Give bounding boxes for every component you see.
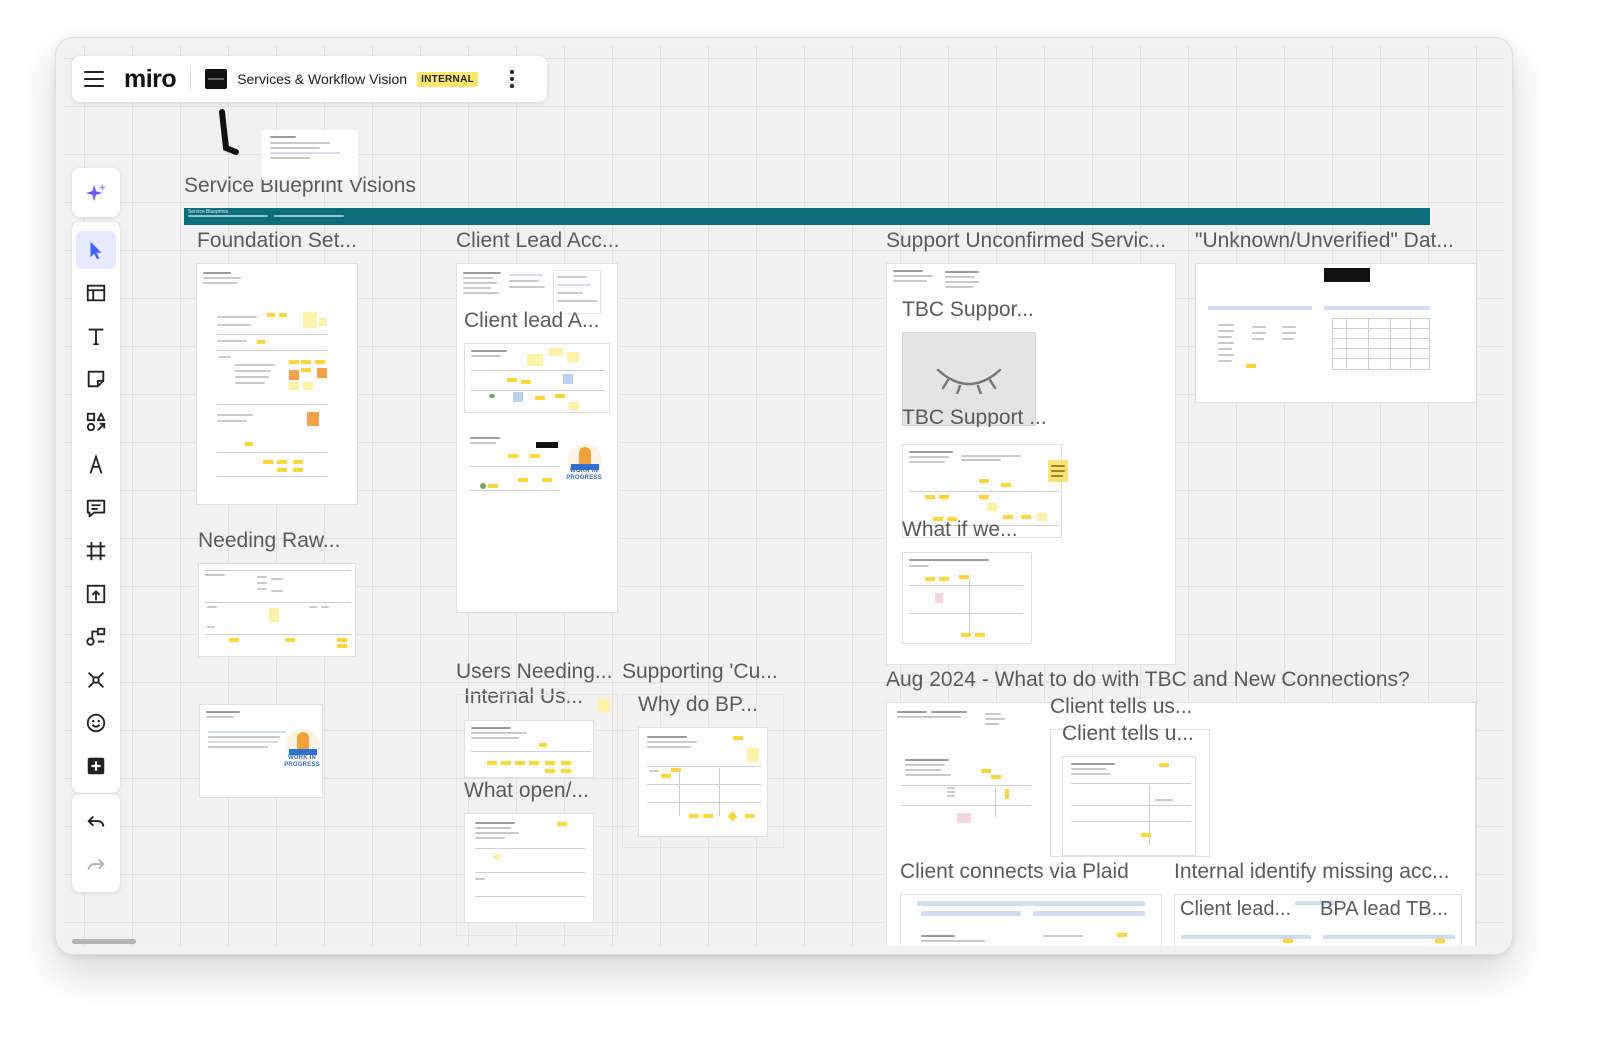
mind-map-icon[interactable] bbox=[76, 661, 116, 699]
frame-unknown-unverified[interactable] bbox=[1195, 263, 1477, 403]
frame-title-client-connects-plaid[interactable]: Client connects via Plaid bbox=[900, 860, 1129, 884]
creation-toolbar bbox=[72, 222, 120, 793]
frame-title-why-do-bp[interactable]: Why do BP... bbox=[638, 693, 758, 717]
frame-title-tbc-support-2[interactable]: TBC Support ... bbox=[902, 409, 1047, 427]
miro-logo[interactable]: miro bbox=[124, 65, 177, 94]
frame-why-do-bp[interactable] bbox=[638, 727, 768, 837]
comment-icon[interactable] bbox=[76, 489, 116, 527]
frame-foundation[interactable] bbox=[196, 263, 358, 505]
whiteboard-canvas[interactable]: Service Blueprint Visions Service Bluepr… bbox=[64, 46, 1504, 946]
wip-label: WORK IN PROGRESS bbox=[284, 755, 320, 768]
frame-title-supporting-cu[interactable]: Supporting 'Cu... bbox=[622, 660, 778, 684]
diagram-icon[interactable] bbox=[76, 618, 116, 656]
emoji-reaction-icon[interactable] bbox=[76, 704, 116, 742]
pen-stroke[interactable] bbox=[216, 108, 246, 158]
select-cursor-icon[interactable] bbox=[76, 230, 116, 269]
board-top-bar: miro Services & Workflow Vision INTERNAL bbox=[72, 56, 547, 102]
text-icon[interactable] bbox=[76, 317, 116, 355]
templates-icon[interactable] bbox=[76, 274, 116, 312]
horizontal-scrollbar[interactable] bbox=[72, 939, 136, 944]
sticky-note-small[interactable] bbox=[1048, 460, 1068, 482]
frame-what-if-we[interactable] bbox=[902, 552, 1032, 644]
note-card[interactable] bbox=[262, 130, 358, 180]
more-apps-icon[interactable] bbox=[76, 747, 116, 785]
frame-what-open[interactable] bbox=[464, 813, 594, 923]
dark-label-box[interactable] bbox=[536, 442, 558, 448]
frame-title-client-tells-u[interactable]: Client tells u... bbox=[1062, 722, 1194, 746]
app-window: Service Blueprint Visions Service Bluepr… bbox=[55, 37, 1513, 955]
history-toolbar bbox=[72, 794, 120, 892]
wip-card[interactable]: WORK IN PROGRESS bbox=[199, 704, 323, 798]
board-classification-badge[interactable]: INTERNAL bbox=[417, 71, 479, 87]
frame-client-tells-u[interactable] bbox=[1062, 756, 1196, 856]
frame-title-what-open[interactable]: What open/... bbox=[464, 779, 589, 803]
frame-needing-raw[interactable] bbox=[198, 563, 356, 657]
topbar-divider bbox=[190, 67, 192, 91]
shapes-icon[interactable] bbox=[76, 403, 116, 441]
main-menu-icon[interactable] bbox=[84, 71, 104, 87]
ai-toolbar bbox=[72, 168, 120, 217]
frame-title-client-tells-us[interactable]: Client tells us... bbox=[1050, 695, 1192, 719]
wip-label-2: WORK IN PROGRESS bbox=[566, 468, 602, 481]
frame-title-internal-identify[interactable]: Internal identify missing acc... bbox=[1174, 860, 1449, 884]
frame-title-unknown-unverified[interactable]: "Unknown/Unverified" Dat... bbox=[1195, 229, 1454, 253]
frame-internal-us[interactable] bbox=[464, 720, 594, 778]
pen-icon[interactable] bbox=[76, 446, 116, 484]
frame-title-support-unconfirmed[interactable]: Support Unconfirmed Servic... bbox=[886, 229, 1166, 253]
frame-icon[interactable] bbox=[76, 532, 116, 570]
board-title[interactable]: Services & Workflow Vision bbox=[237, 71, 407, 87]
frame-title-users-needing[interactable]: Users Needing... bbox=[456, 660, 612, 684]
frame-client-connects-plaid[interactable] bbox=[900, 894, 1162, 946]
frame-title-tbc-suppor[interactable]: TBC Suppor... bbox=[902, 298, 1034, 322]
board-options-icon[interactable] bbox=[510, 70, 515, 88]
ai-sparkle-icon[interactable] bbox=[76, 174, 116, 212]
frame-client-lead-a[interactable] bbox=[464, 343, 610, 413]
sticky-note-icon[interactable] bbox=[76, 360, 116, 398]
frame-title-aug-2024[interactable]: Aug 2024 - What to do with TBC and New C… bbox=[886, 668, 1410, 692]
frame-title-needing-raw[interactable]: Needing Raw... bbox=[198, 529, 340, 553]
frame-title-client-lead-a[interactable]: Client lead A... bbox=[464, 309, 599, 333]
undo-icon[interactable] bbox=[76, 803, 116, 841]
frame-title-bpa-lead[interactable]: BPA lead TB... bbox=[1320, 898, 1448, 921]
upload-icon[interactable] bbox=[76, 575, 116, 613]
hidden-eye-icon bbox=[936, 368, 1002, 394]
frame-title-client-lead-acc[interactable]: Client Lead Acc... bbox=[456, 229, 619, 253]
section-banner[interactable]: Service Blueprints bbox=[184, 208, 1430, 225]
board-thumbnail[interactable] bbox=[205, 69, 228, 89]
frame-title-foundation[interactable]: Foundation Set... bbox=[197, 229, 357, 253]
frame-title-client-lead-2[interactable]: Client lead... bbox=[1180, 898, 1291, 921]
redo-icon[interactable] bbox=[76, 846, 116, 884]
frame-title-what-if-we[interactable]: What if we... bbox=[902, 518, 1018, 542]
